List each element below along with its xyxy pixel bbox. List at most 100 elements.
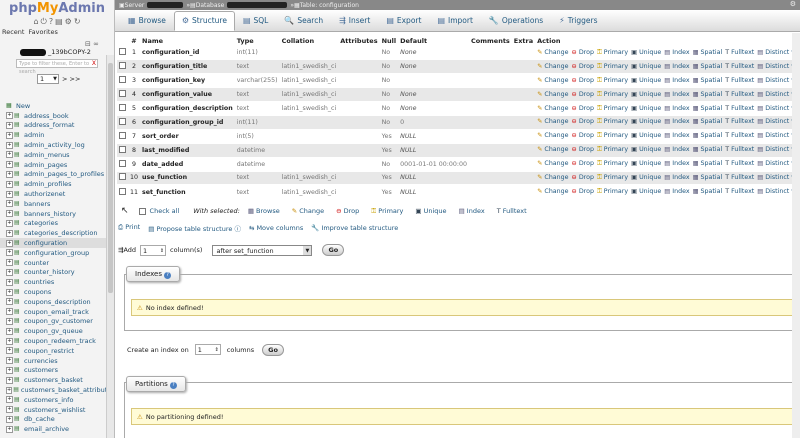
expand-icon[interactable]: + xyxy=(6,112,13,120)
main-scrollbar[interactable] xyxy=(792,33,800,438)
bulk-primary-button[interactable]: ⚿ Primary xyxy=(371,207,403,216)
tree-item-coupon-redeem-track[interactable]: + ▤ coupon_redeem_track xyxy=(0,336,106,346)
row-checkbox[interactable] xyxy=(119,145,126,153)
expand-icon[interactable]: + xyxy=(6,131,13,139)
expand-icon[interactable]: + xyxy=(6,415,13,423)
expand-icon[interactable]: + xyxy=(6,366,13,374)
action-index-link[interactable]: ▤ Index xyxy=(664,160,689,167)
action-index-link[interactable]: ▤ Index xyxy=(664,132,689,139)
tree-item-coupons-description[interactable]: + ▤ coupons_description xyxy=(0,297,106,307)
add-go-button[interactable]: Go xyxy=(322,244,345,256)
add-count-input[interactable]: 1 ⇕ xyxy=(140,244,167,256)
tree-item-currencies[interactable]: + ▤ currencies xyxy=(0,356,106,366)
action-unique-link[interactable]: ▣ Unique xyxy=(631,146,661,153)
action-spatial-link[interactable]: ▦ Spatial xyxy=(693,49,723,56)
create-index-go-button[interactable]: Go xyxy=(262,343,284,356)
expand-icon[interactable]: + xyxy=(6,200,13,208)
action-spatial-link[interactable]: ▦ Spatial xyxy=(693,132,723,139)
action-change-link[interactable]: ✎ Change xyxy=(537,174,568,181)
move-columns-link[interactable]: ⇆ Move columns xyxy=(249,224,303,232)
action-index-link[interactable]: ▤ Index xyxy=(664,174,689,181)
action-fulltext-link[interactable]: T Fulltext xyxy=(725,146,754,153)
action-unique-link[interactable]: ▣ Unique xyxy=(631,105,661,112)
expand-icon[interactable]: + xyxy=(6,278,13,286)
action-fulltext-link[interactable]: T Fulltext xyxy=(725,174,754,181)
expand-icon[interactable]: + xyxy=(6,337,13,345)
breadcrumb-db[interactable]: Database xyxy=(196,2,225,9)
field-name[interactable]: configuration_value xyxy=(140,87,235,102)
tree-item-customers-basket[interactable]: + ▤ customers_basket xyxy=(0,375,106,385)
field-name[interactable]: configuration_title xyxy=(140,59,235,74)
nav-scrollbar[interactable] xyxy=(106,55,114,438)
tree-item-customers[interactable]: + ▤ customers xyxy=(0,366,106,376)
field-name[interactable]: configuration_description xyxy=(140,101,235,116)
action-drop-link[interactable]: ⊖ Drop xyxy=(572,146,594,153)
tree-item-customers-basket-attribut[interactable]: + ▤ customers_basket_attribut xyxy=(0,385,107,395)
expand-icon[interactable]: + xyxy=(6,170,13,178)
tree-item-categories[interactable]: + ▤ categories xyxy=(0,219,106,229)
action-index-link[interactable]: ▤ Index xyxy=(664,146,689,153)
recent-tab[interactable]: Recent xyxy=(2,28,24,36)
tree-item-coupons[interactable]: + ▤ coupons xyxy=(0,287,106,297)
action-index-link[interactable]: ▤ Index xyxy=(664,49,689,56)
action-spatial-link[interactable]: ▦ Spatial xyxy=(693,160,723,167)
action-index-link[interactable]: ▤ Index xyxy=(664,118,689,125)
action-change-link[interactable]: ✎ Change xyxy=(537,49,568,56)
action-fulltext-link[interactable]: T Fulltext xyxy=(725,63,754,70)
action-change-link[interactable]: ✎ Change xyxy=(537,63,568,70)
action-drop-link[interactable]: ⊖ Drop xyxy=(572,91,594,98)
action-spatial-link[interactable]: ▦ Spatial xyxy=(693,105,723,112)
action-drop-link[interactable]: ⊖ Drop xyxy=(572,118,594,125)
action-fulltext-link[interactable]: T Fulltext xyxy=(725,105,754,112)
expand-icon[interactable]: + xyxy=(6,219,13,227)
action-fulltext-link[interactable]: T Fulltext xyxy=(725,132,754,139)
row-checkbox[interactable] xyxy=(119,117,126,125)
action-primary-link[interactable]: ⚿ Primary xyxy=(597,188,628,195)
action-fulltext-link[interactable]: T Fulltext xyxy=(725,77,754,84)
action-unique-link[interactable]: ▣ Unique xyxy=(631,132,661,139)
action-change-link[interactable]: ✎ Change xyxy=(537,105,568,112)
action-primary-link[interactable]: ⚿ Primary xyxy=(597,63,628,70)
tree-item-address-format[interactable]: + ▤ address_format xyxy=(0,121,106,131)
expand-icon[interactable]: + xyxy=(6,210,13,218)
tree-item-countries[interactable]: + ▤ countries xyxy=(0,277,106,287)
help-icon[interactable]: ? xyxy=(164,272,172,279)
row-checkbox[interactable] xyxy=(119,173,126,181)
tree-item-admin-profiles[interactable]: + ▤ admin_profiles xyxy=(0,179,106,189)
tree-item-coupon-gv-queue[interactable]: + ▤ coupon_gv_queue xyxy=(0,326,106,336)
action-unique-link[interactable]: ▣ Unique xyxy=(631,91,661,98)
action-primary-link[interactable]: ⚿ Primary xyxy=(597,174,628,181)
action-change-link[interactable]: ✎ Change xyxy=(537,188,568,195)
action-index-link[interactable]: ▤ Index xyxy=(664,77,689,84)
action-spatial-link[interactable]: ▦ Spatial xyxy=(693,174,723,181)
settings-icon[interactable]: ⚙ xyxy=(65,17,72,26)
docs-icon[interactable]: ▤ xyxy=(55,17,63,26)
expand-icon[interactable]: + xyxy=(6,327,13,335)
action-index-link[interactable]: ▤ Index xyxy=(664,63,689,70)
tree-item-admin-pages[interactable]: + ▤ admin_pages xyxy=(0,160,106,170)
tab-import[interactable]: ▤ Import xyxy=(429,11,480,31)
expand-icon[interactable]: + xyxy=(6,347,13,355)
tree-item-admin[interactable]: + ▤ admin xyxy=(0,130,106,140)
action-drop-link[interactable]: ⊖ Drop xyxy=(572,174,594,181)
field-name[interactable]: use_function xyxy=(140,170,235,185)
action-change-link[interactable]: ✎ Change xyxy=(537,146,568,153)
tree-item-db-cache[interactable]: + ▤ db_cache xyxy=(0,415,106,425)
bulk-browse-button[interactable]: ▦ Browse xyxy=(248,207,280,216)
gear-icon[interactable]: ⚙ xyxy=(790,0,796,8)
row-checkbox[interactable] xyxy=(119,104,126,111)
row-checkbox[interactable] xyxy=(119,187,126,195)
expand-icon[interactable]: + xyxy=(6,317,13,325)
expand-icon[interactable]: + xyxy=(6,308,13,316)
action-primary-link[interactable]: ⚿ Primary xyxy=(597,160,628,167)
tab-sql[interactable]: ▤ SQL xyxy=(235,11,276,31)
action-drop-link[interactable]: ⊖ Drop xyxy=(572,49,594,56)
tree-item-authorizenet[interactable]: + ▤ authorizenet xyxy=(0,189,106,199)
action-primary-link[interactable]: ⚿ Primary xyxy=(597,146,628,153)
action-primary-link[interactable]: ⚿ Primary xyxy=(597,105,628,112)
field-name[interactable]: set_function xyxy=(140,184,235,199)
clear-filter-icon[interactable]: X xyxy=(92,60,96,68)
action-change-link[interactable]: ✎ Change xyxy=(537,132,568,139)
home-icon[interactable]: ⌂ xyxy=(33,17,38,26)
expand-icon[interactable]: + xyxy=(6,406,13,414)
